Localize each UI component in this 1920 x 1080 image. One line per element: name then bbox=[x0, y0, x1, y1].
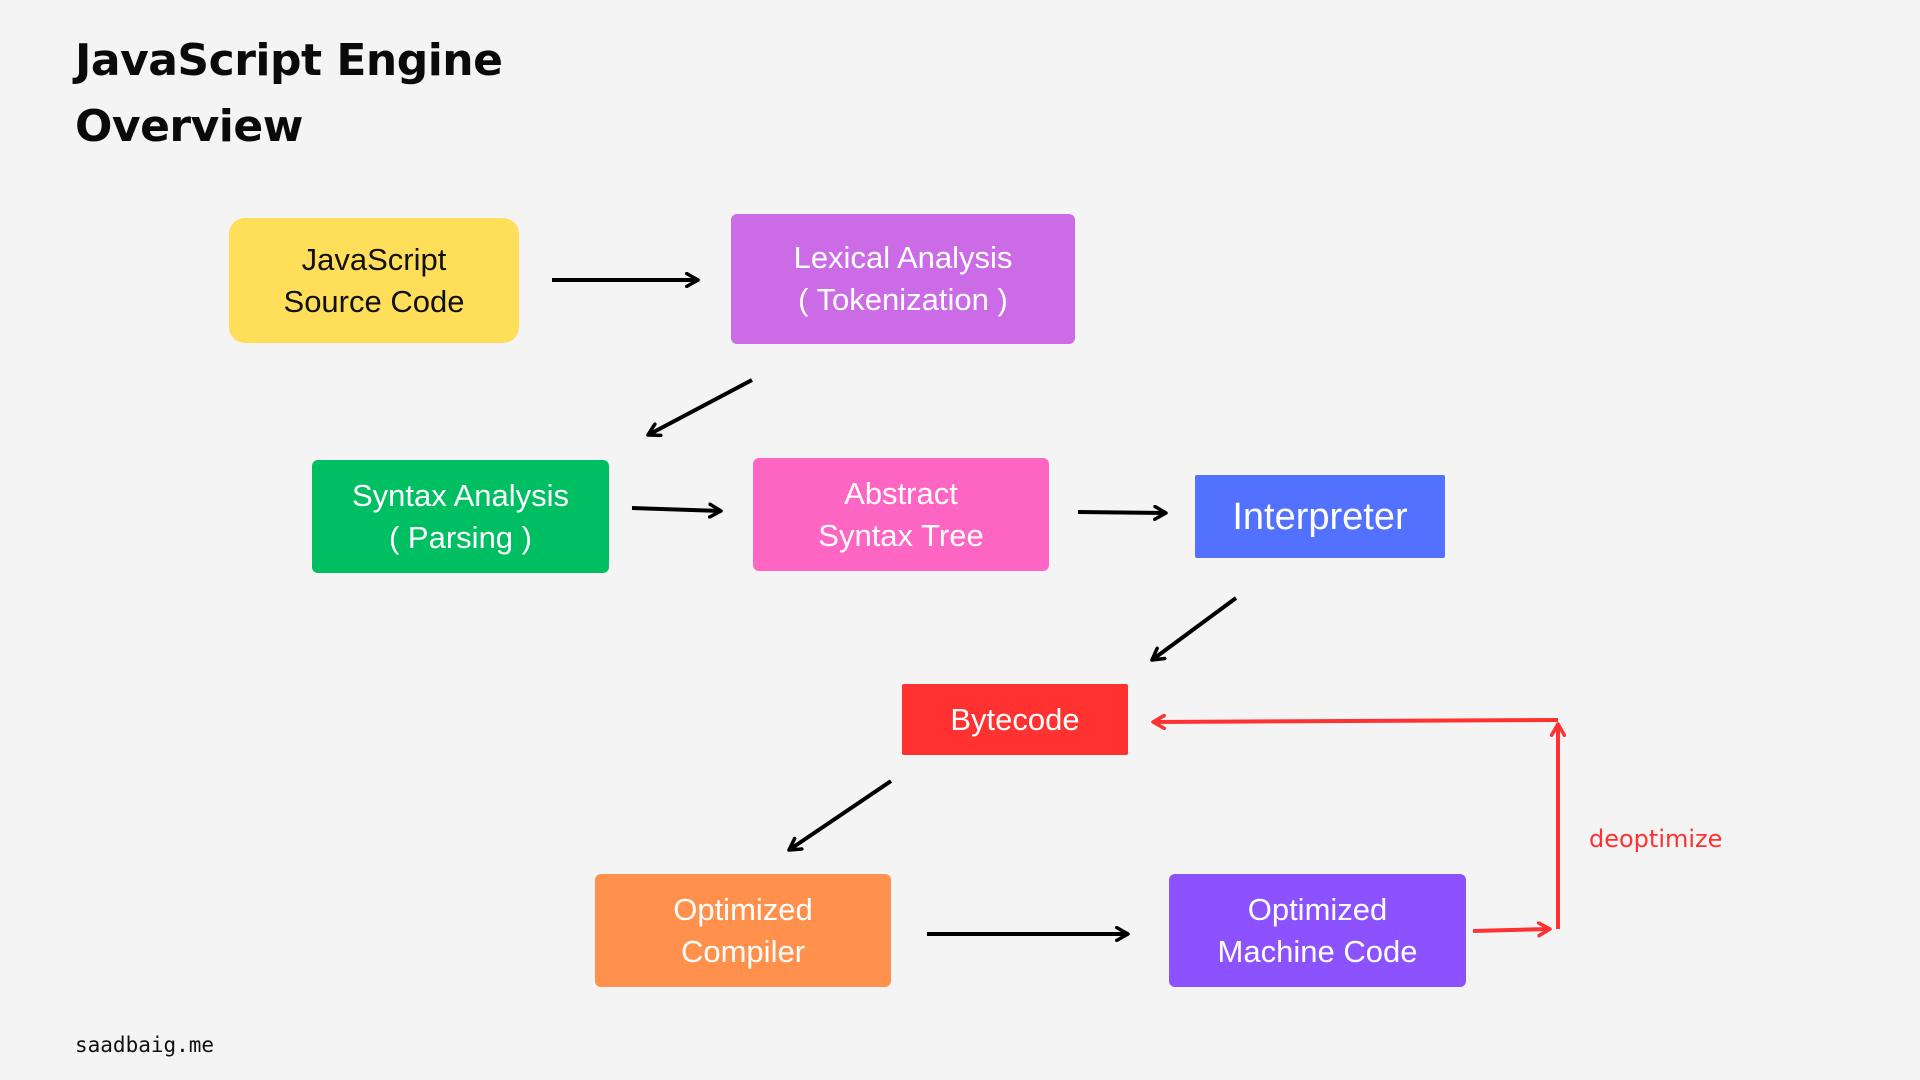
arrow-deoptimize-to-bytecode bbox=[1153, 720, 1559, 722]
node-javascript-source-code: JavaScript Source Code bbox=[229, 218, 519, 343]
node-bytecode: Bytecode bbox=[902, 684, 1128, 755]
node-label-line-1: Optimized bbox=[673, 891, 813, 927]
node-syntax-analysis: Syntax Analysis ( Parsing ) bbox=[312, 460, 609, 573]
node-label-line-2: Source Code bbox=[283, 283, 465, 319]
arrow-interpreter-to-bytecode bbox=[1152, 596, 1238, 660]
arrow-ast-to-interpreter bbox=[1077, 512, 1166, 513]
node-label-line-2: ( Parsing ) bbox=[389, 519, 532, 555]
node-optimized-machine-code: Optimized Machine Code bbox=[1169, 874, 1466, 987]
node-label-line-2: ( Tokenization ) bbox=[798, 282, 1008, 317]
node-lexical-analysis: Lexical Analysis ( Tokenization ) bbox=[731, 214, 1075, 344]
node-optimized-compiler: Optimized Compiler bbox=[595, 874, 891, 987]
node-interpreter: Interpreter bbox=[1195, 475, 1445, 558]
deoptimize-label: deoptimize bbox=[1589, 825, 1723, 853]
title-line-1: JavaScript Engine bbox=[75, 35, 503, 86]
node-label-line-1: JavaScript bbox=[301, 241, 447, 277]
title-line-2: Overview bbox=[75, 101, 303, 152]
node-label-line-1: Syntax Analysis bbox=[351, 477, 570, 513]
node-label-line-2: Machine Code bbox=[1217, 933, 1418, 969]
arrow-machine-code-to-deopt-path bbox=[1472, 929, 1550, 931]
footer-site-link: saadbaig.me bbox=[75, 1033, 215, 1057]
node-label-line-1: Abstract bbox=[844, 475, 958, 511]
node-label-line-2: Compiler bbox=[680, 933, 806, 969]
node-label: Bytecode bbox=[950, 701, 1080, 737]
page-title: JavaScript Engine Overview bbox=[75, 28, 503, 160]
arrow-bytecode-to-optimized-compiler bbox=[789, 779, 893, 850]
node-label-line-1: Lexical Analysis bbox=[793, 240, 1013, 275]
node-abstract-syntax-tree: Abstract Syntax Tree bbox=[753, 458, 1049, 571]
arrow-lexical-to-syntax bbox=[648, 378, 753, 435]
node-label-line-1: Optimized bbox=[1247, 891, 1388, 927]
node-label: Interpreter bbox=[1232, 495, 1408, 538]
node-label-line-2: Syntax Tree bbox=[818, 517, 984, 553]
arrow-syntax-to-ast bbox=[631, 508, 721, 511]
